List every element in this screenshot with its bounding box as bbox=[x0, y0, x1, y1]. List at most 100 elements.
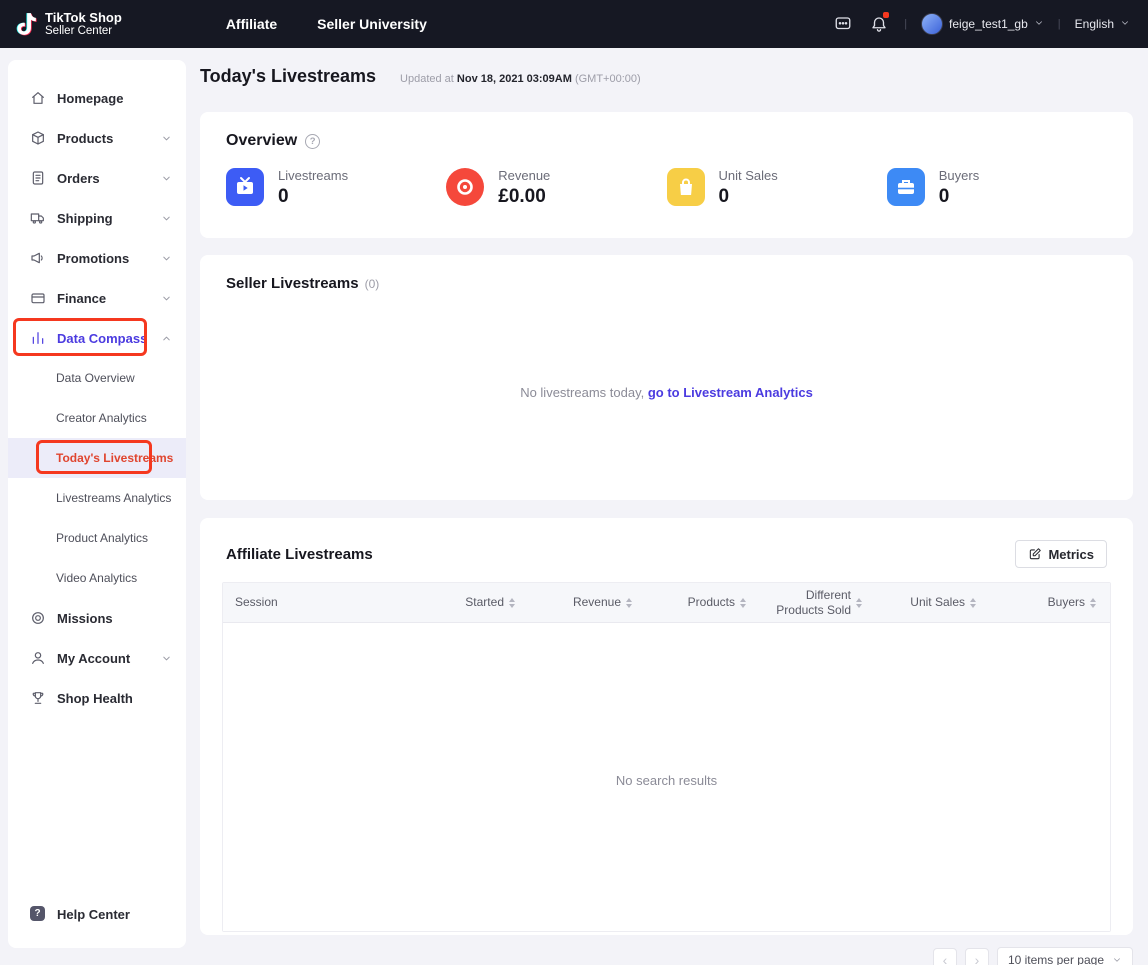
tiktok-note-icon bbox=[12, 11, 38, 37]
sort-icon[interactable] bbox=[970, 598, 976, 608]
user-menu[interactable]: feige_test1_gb bbox=[921, 13, 1044, 35]
document-icon bbox=[30, 170, 46, 186]
affiliate-table: Session Started Revenue Products Differe… bbox=[222, 582, 1111, 932]
edit-square-icon bbox=[1028, 547, 1042, 561]
sort-icon[interactable] bbox=[856, 598, 862, 608]
box-icon bbox=[30, 130, 46, 146]
sort-icon[interactable] bbox=[740, 598, 746, 608]
column-label: Started bbox=[465, 595, 504, 610]
sidebar-item-label: Finance bbox=[57, 291, 106, 306]
sidebar-item-shipping[interactable]: Shipping bbox=[8, 198, 186, 238]
column-session: Session bbox=[223, 595, 413, 610]
help-icon bbox=[30, 906, 46, 922]
sidebar-item-label: Shipping bbox=[57, 211, 113, 226]
chat-icon[interactable] bbox=[832, 13, 854, 35]
sidebar-subitem-video-analytics[interactable]: Video Analytics bbox=[8, 558, 186, 598]
metric-revenue: Revenue £0.00 bbox=[446, 168, 666, 208]
no-results-text: No search results bbox=[223, 773, 1110, 788]
page-header: Today's Livestreams Updated at Nov 18, 2… bbox=[200, 66, 1133, 87]
chevron-down-icon bbox=[161, 253, 172, 264]
page-size-label: 10 items per page bbox=[1008, 953, 1104, 965]
sidebar-subitem-product-analytics[interactable]: Product Analytics bbox=[8, 518, 186, 558]
metric-label: Buyers bbox=[939, 168, 979, 183]
page-size-selector[interactable]: 10 items per page bbox=[997, 947, 1133, 965]
metric-value: 0 bbox=[939, 186, 979, 208]
updated-timezone: (GMT+00:00) bbox=[575, 73, 641, 85]
bar-chart-icon bbox=[30, 330, 46, 346]
chevron-down-icon bbox=[161, 653, 172, 664]
sidebar-item-label: Homepage bbox=[57, 91, 123, 106]
affiliate-livestreams-title: Affiliate Livestreams bbox=[226, 546, 373, 563]
metric-value: 0 bbox=[278, 186, 348, 208]
person-icon bbox=[30, 650, 46, 666]
revenue-icon bbox=[446, 168, 484, 206]
subitem-label: Product Analytics bbox=[56, 531, 148, 545]
trophy-icon bbox=[30, 690, 46, 706]
sidebar-subitem-creator-analytics[interactable]: Creator Analytics bbox=[8, 398, 186, 438]
sidebar-subitem-todays-livestreams[interactable]: Today's Livestreams bbox=[8, 438, 186, 478]
sidebar-item-label: Missions bbox=[57, 611, 113, 626]
logo-text: TikTok Shop Seller Center bbox=[45, 11, 122, 38]
sidebar-item-promotions[interactable]: Promotions bbox=[8, 238, 186, 278]
metric-buyers: Buyers 0 bbox=[887, 168, 1107, 208]
updated-at: Updated at Nov 18, 2021 03:09AM (GMT+00:… bbox=[400, 73, 641, 85]
sidebar-item-homepage[interactable]: Homepage bbox=[8, 78, 186, 118]
sidebar-item-orders[interactable]: Orders bbox=[8, 158, 186, 198]
chevron-down-icon bbox=[1034, 17, 1044, 31]
sidebar-subitem-livestreams-analytics[interactable]: Livestreams Analytics bbox=[8, 478, 186, 518]
sidebar-item-missions[interactable]: Missions bbox=[8, 598, 186, 638]
sidebar-item-products[interactable]: Products bbox=[8, 118, 186, 158]
updated-prefix: Updated at bbox=[400, 73, 454, 85]
nav-seller-university[interactable]: Seller University bbox=[317, 16, 427, 32]
livestream-icon bbox=[226, 168, 264, 206]
seller-empty-state: No livestreams today, go to Livestream A… bbox=[200, 385, 1133, 400]
sort-icon[interactable] bbox=[1090, 598, 1096, 608]
metric-value: 0 bbox=[719, 186, 778, 208]
metrics-button[interactable]: Metrics bbox=[1015, 540, 1107, 568]
metric-label: Livestreams bbox=[278, 168, 348, 183]
livestream-analytics-link[interactable]: go to Livestream Analytics bbox=[648, 385, 813, 400]
sidebar: Homepage Products Orders Shipping Promot… bbox=[8, 60, 186, 948]
pagination: 10 items per page bbox=[200, 947, 1133, 965]
unit-sales-icon bbox=[667, 168, 705, 206]
language-selector[interactable]: English bbox=[1075, 17, 1130, 31]
column-label: Different Products Sold bbox=[773, 588, 851, 618]
column-unit-sales: Unit Sales bbox=[868, 595, 982, 610]
tiktok-shop-logo[interactable]: TikTok Shop Seller Center bbox=[0, 11, 122, 38]
sidebar-item-label: Data Compass bbox=[57, 331, 147, 346]
sort-icon[interactable] bbox=[509, 598, 515, 608]
column-label: Unit Sales bbox=[910, 595, 965, 610]
sidebar-item-shop-health[interactable]: Shop Health bbox=[8, 678, 186, 718]
sidebar-item-label: My Account bbox=[57, 651, 130, 666]
sidebar-item-help-center[interactable]: Help Center bbox=[8, 894, 186, 934]
credit-card-icon bbox=[30, 290, 46, 306]
notification-dot bbox=[883, 12, 889, 18]
help-circle-icon[interactable] bbox=[305, 134, 320, 149]
subitem-label: Today's Livestreams bbox=[56, 451, 173, 465]
megaphone-icon bbox=[30, 250, 46, 266]
sidebar-item-data-compass[interactable]: Data Compass bbox=[8, 318, 186, 358]
notifications-bell-icon[interactable] bbox=[868, 13, 890, 35]
column-revenue: Revenue bbox=[521, 595, 638, 610]
language-label: English bbox=[1075, 17, 1114, 31]
top-nav: Affiliate Seller University bbox=[226, 16, 427, 32]
empty-text: No livestreams today, bbox=[520, 385, 644, 400]
truck-icon bbox=[30, 210, 46, 226]
metric-livestreams: Livestreams 0 bbox=[226, 168, 446, 208]
metric-unit-sales: Unit Sales 0 bbox=[667, 168, 887, 208]
sidebar-item-finance[interactable]: Finance bbox=[8, 278, 186, 318]
logo-line2: Seller Center bbox=[45, 25, 122, 38]
sidebar-subitem-data-overview[interactable]: Data Overview bbox=[8, 358, 186, 398]
table-body: No search results bbox=[223, 623, 1110, 931]
column-label: Session bbox=[235, 595, 278, 610]
separator: | bbox=[904, 18, 907, 30]
overview-metrics: Livestreams 0 Revenue £0.00 Unit Sales 0 bbox=[226, 168, 1107, 208]
nav-affiliate[interactable]: Affiliate bbox=[226, 16, 277, 32]
chevron-down-icon bbox=[1112, 955, 1122, 965]
sidebar-item-my-account[interactable]: My Account bbox=[8, 638, 186, 678]
seller-livestreams-title: Seller Livestreams bbox=[226, 275, 359, 292]
column-label: Buyers bbox=[1048, 595, 1085, 610]
previous-page-button[interactable] bbox=[933, 948, 957, 965]
sort-icon[interactable] bbox=[626, 598, 632, 608]
next-page-button[interactable] bbox=[965, 948, 989, 965]
